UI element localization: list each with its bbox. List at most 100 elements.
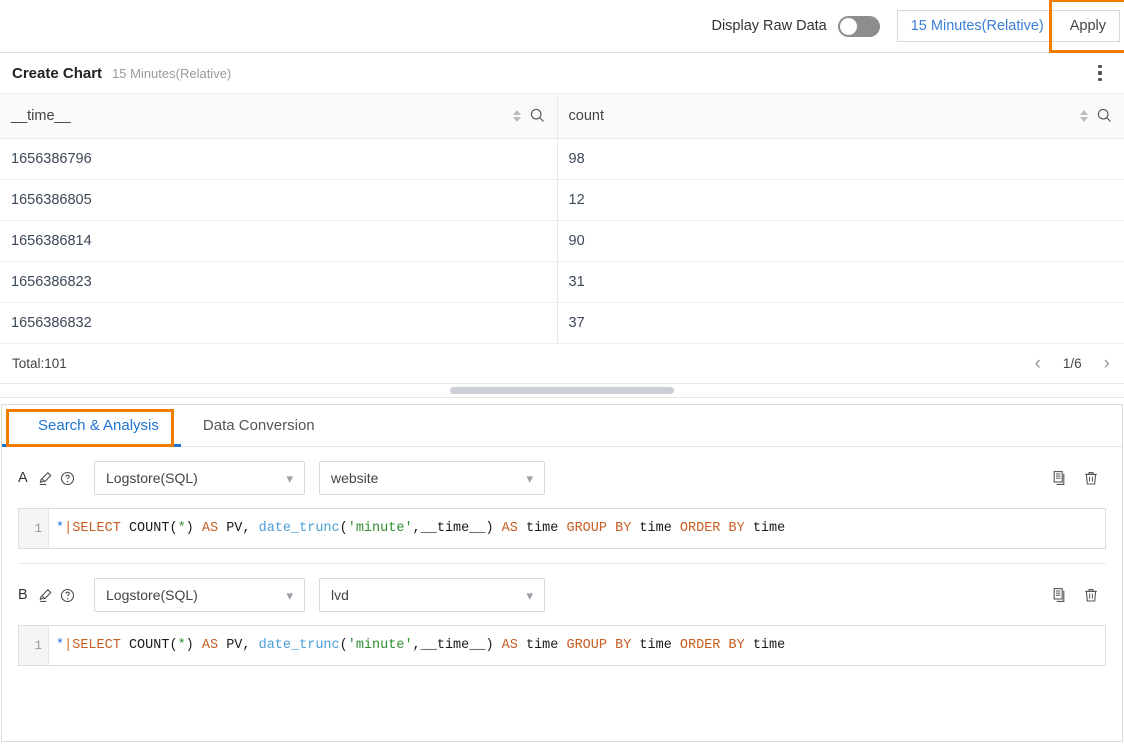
table-row[interactable]: 1656386814 90: [0, 220, 1124, 262]
sql-token: AS: [201, 638, 219, 653]
sql-token: GROUP BY: [566, 638, 632, 653]
question-circle-icon[interactable]: [57, 468, 77, 488]
cell-time: 1656386823: [0, 261, 557, 303]
query-a-letter: A: [18, 470, 28, 486]
sql-token: PV,: [218, 521, 259, 536]
table-head: __time__ count: [0, 94, 1124, 139]
tab-search-analysis[interactable]: Search & Analysis: [2, 405, 181, 447]
sql-token: AS: [501, 638, 518, 653]
chevron-left-icon[interactable]: ‹: [1035, 354, 1041, 373]
sql-token: time: [744, 638, 786, 653]
query-b-sql[interactable]: * | SELECT COUNT(*) AS PV, date_trunc('min…: [49, 626, 1105, 665]
time-range-selector[interactable]: 15 Minutes(Relative): [896, 10, 1058, 42]
sql-token-stream: SELECT COUNT(*) AS PV, date_trunc('minut…: [72, 638, 785, 653]
sql-token: time: [744, 521, 786, 536]
table-body: 1656386796 98 1656386805 12 1656386814 9…: [0, 138, 1124, 344]
cell-count: 31: [556, 261, 1124, 303]
sql-token: ,__time__): [412, 521, 494, 536]
chevron-down-icon: ▾: [286, 587, 293, 603]
query-b-source-select[interactable]: Logstore(SQL) ▾: [94, 578, 305, 612]
total-count-label: Total:101: [12, 355, 67, 371]
apply-button-wrapper: Apply: [1048, 0, 1124, 53]
sql-pipe: |: [64, 521, 73, 536]
table-row[interactable]: 1656386805 12: [0, 179, 1124, 221]
sql-token: (: [339, 521, 348, 536]
query-a-logstore-value: website: [331, 470, 379, 486]
tab-data-conversion[interactable]: Data Conversion: [181, 405, 337, 446]
sql-token: *: [177, 638, 186, 653]
query-a-editor[interactable]: 1 * | SELECT COUNT(*) AS PV, date_trunc('m…: [18, 508, 1106, 549]
trash-icon[interactable]: [1081, 585, 1101, 605]
more-vertical-icon[interactable]: [1090, 60, 1110, 86]
sql-token: time: [517, 638, 567, 653]
sql-token: COUNT: [128, 638, 170, 653]
horizontal-scrollbar[interactable]: [0, 383, 1124, 398]
panel-subtitle: 15 Minutes(Relative): [112, 65, 232, 81]
pencil-icon[interactable]: [35, 468, 55, 488]
sql-token: date_trunc: [258, 638, 340, 653]
trash-icon[interactable]: [1081, 468, 1101, 488]
table-footer: Total:101 ‹ 1/6 ›: [0, 344, 1124, 384]
query-b-editor[interactable]: 1 * | SELECT COUNT(*) AS PV, date_trunc('m…: [18, 625, 1106, 666]
panel-header: Create Chart 15 Minutes(Relative): [0, 53, 1124, 94]
table-row[interactable]: 1656386796 98: [0, 138, 1124, 180]
sql-token: (: [169, 638, 178, 653]
sql-token: SELECT: [72, 521, 121, 536]
chevron-down-icon: ▾: [526, 470, 533, 486]
pagination: ‹ 1/6 ›: [1035, 354, 1110, 373]
query-b-logstore-select[interactable]: lvd ▾: [319, 578, 545, 612]
table-row[interactable]: 1656386832 37: [0, 302, 1124, 344]
query-b-actions: [1048, 585, 1106, 605]
query-a-actions: [1048, 468, 1106, 488]
query-row-a: A Logstore(SQL) ▾ website ▾ 1 * | SELECT…: [18, 461, 1106, 564]
sql-token: time: [631, 521, 680, 536]
query-b-letter: B: [18, 587, 28, 603]
sort-icon[interactable]: [1080, 109, 1088, 122]
column-header-time-label: __time__: [11, 107, 71, 124]
sql-token: ORDER BY: [679, 521, 745, 536]
apply-button[interactable]: Apply: [1056, 10, 1120, 42]
scrollbar-thumb[interactable]: [450, 386, 674, 394]
query-row-b: B Logstore(SQL) ▾ lvd ▾ 1 * | SELECT COU…: [18, 578, 1106, 680]
search-icon[interactable]: [530, 108, 545, 123]
copy-icon[interactable]: [1050, 585, 1070, 605]
cell-count: 37: [556, 302, 1124, 344]
sql-token: date_trunc: [258, 521, 340, 536]
search-analysis-card: Search & Analysis Data Conversion A Logs…: [1, 404, 1123, 742]
table-row[interactable]: 1656386823 31: [0, 261, 1124, 303]
column-header-count[interactable]: count: [556, 94, 1124, 139]
cell-count: 12: [556, 179, 1124, 221]
toggle-knob: [839, 17, 857, 35]
sql-token: AS: [501, 521, 518, 536]
cell-time: 1656386832: [0, 302, 557, 344]
sql-star: *: [56, 521, 65, 536]
query-a-source-value: Logstore(SQL): [106, 470, 198, 486]
results-table: __time__ count 1656386796 98 1656386805 …: [0, 94, 1124, 344]
copy-icon[interactable]: [1050, 468, 1070, 488]
page-title: Create Chart: [12, 64, 103, 82]
query-a-sql[interactable]: * | SELECT COUNT(*) AS PV, date_trunc('min…: [49, 509, 1105, 548]
pencil-icon[interactable]: [35, 585, 55, 605]
cell-count: 90: [556, 220, 1124, 262]
sql-token: ORDER BY: [679, 638, 745, 653]
query-a-logstore-select[interactable]: website ▾: [319, 461, 545, 495]
query-b-line-number: 1: [19, 626, 49, 665]
query-b-header: B Logstore(SQL) ▾ lvd ▾: [18, 578, 1106, 612]
query-a-source-select[interactable]: Logstore(SQL) ▾: [94, 461, 305, 495]
top-toolbar: Display Raw Data 15 Minutes(Relative) Ap…: [0, 0, 1124, 53]
question-circle-icon[interactable]: [57, 585, 77, 605]
chevron-right-icon[interactable]: ›: [1104, 354, 1110, 373]
sql-token: *: [177, 521, 186, 536]
display-raw-data-toggle[interactable]: [837, 15, 880, 37]
sql-token: ): [185, 638, 194, 653]
column-header-time[interactable]: __time__: [0, 94, 557, 139]
search-icon[interactable]: [1097, 108, 1112, 123]
sort-icon[interactable]: [512, 109, 521, 122]
sql-pipe: |: [64, 638, 73, 653]
sql-token: time: [517, 521, 567, 536]
column-header-count-label: count: [568, 107, 604, 124]
